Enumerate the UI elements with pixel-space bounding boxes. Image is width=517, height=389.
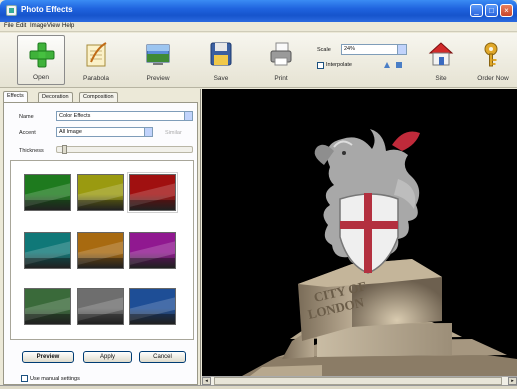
menu-help[interactable]: Help [62,23,74,29]
name-label: Name [19,114,34,120]
accent-label: Accent [19,130,36,136]
chevron-down-icon[interactable] [144,128,152,136]
tab-composition[interactable]: Composition [79,92,118,102]
scale-label: Scale [317,47,331,53]
scroll-right-icon[interactable]: ▸ [508,377,517,385]
plus-icon [29,42,55,68]
name-select[interactable]: Color Effects [56,111,193,121]
status-bar [0,385,517,389]
print-label: Print [274,75,288,82]
menu-file[interactable]: File [4,23,14,29]
print-button[interactable]: Print [257,35,305,85]
scale-value: 24% [344,46,356,52]
parabola-label: Parabola [82,75,110,82]
tab-decoration[interactable]: Decoration [38,92,73,102]
site-button[interactable]: Site [417,35,465,85]
menu-image[interactable]: Image [30,23,47,29]
thickness-slider-thumb[interactable] [61,145,67,154]
window-title: Photo Effects [21,5,73,14]
scale-select[interactable]: 24% [341,44,407,55]
effect-thumb-red[interactable] [127,172,178,213]
order-now-button[interactable]: Order Now [469,35,517,85]
similar-label: Similar [165,130,182,136]
open-button[interactable]: Open [17,35,65,85]
title-bar: Photo Effects _ □ × [0,0,517,22]
name-value: Color Effects [59,113,91,119]
thickness-slider[interactable] [56,146,193,153]
order-now-label: Order Now [477,75,509,82]
preview-label: Preview [146,75,170,82]
accent-value: All Image [59,129,82,135]
preview-button[interactable]: Preview [134,35,182,85]
menu-edit[interactable]: Edit [16,23,26,29]
manual-settings-checkbox[interactable] [21,375,28,382]
app-icon [6,5,17,16]
cancel-button[interactable]: Cancel [139,351,186,363]
menu-bar: File Edit Image View Help [0,22,517,32]
maximize-button[interactable]: □ [485,4,498,17]
parabola-button[interactable]: Parabola [72,35,120,85]
apply-button[interactable]: Apply [83,351,132,363]
floppy-icon [210,42,232,66]
open-label: Open [33,74,49,81]
thickness-label: Thickness [19,148,44,154]
preview-effect-button[interactable]: Preview [22,351,74,363]
minimize-button[interactable]: _ [470,4,483,17]
menu-view[interactable]: View [47,23,60,29]
interpolate-checkbox[interactable] [317,62,324,69]
zoom-in-icon[interactable] [383,61,391,69]
printer-icon [270,42,292,66]
chevron-down-icon[interactable] [184,112,192,120]
notepad-icon [86,42,107,67]
effect-thumb-yellow[interactable] [77,174,124,211]
effect-thumb-grayish-green[interactable] [24,288,71,325]
effect-thumb-gray[interactable] [77,288,124,325]
effect-thumb-orange[interactable] [77,232,124,269]
close-button[interactable]: × [500,4,513,17]
scrollbar-thumb[interactable] [214,377,502,385]
chevron-down-icon[interactable] [397,45,406,54]
tab-effects[interactable]: Effects [3,91,28,102]
interpolate-label: Interpolate [326,62,352,68]
app-window: Photo Effects _ □ × File Edit Image View… [0,0,517,389]
manual-settings-label: Use manual settings [30,376,80,382]
photo-image: CITY OF LONDON [202,89,517,376]
save-button[interactable]: Save [197,35,245,85]
horizontal-scrollbar[interactable]: ◂ ▸ [202,376,517,385]
site-label: Site [435,75,447,82]
toolbar: Open Parabola Preview Save Print Site Or… [0,33,517,88]
house-icon [428,42,454,66]
effect-thumbnails [10,160,194,340]
effect-thumb-green[interactable] [24,174,71,211]
zoom-out-icon[interactable] [395,61,403,69]
accent-select[interactable]: All Image [56,127,153,137]
key-icon [484,42,498,67]
image-canvas[interactable]: CITY OF LONDON [202,89,517,376]
scroll-left-icon[interactable]: ◂ [202,377,211,385]
effect-thumb-blue[interactable] [129,288,176,325]
save-label: Save [213,75,229,82]
effect-thumb-cyan[interactable] [24,232,71,269]
effect-thumb-purple[interactable] [129,232,176,269]
picture-icon [146,44,170,65]
